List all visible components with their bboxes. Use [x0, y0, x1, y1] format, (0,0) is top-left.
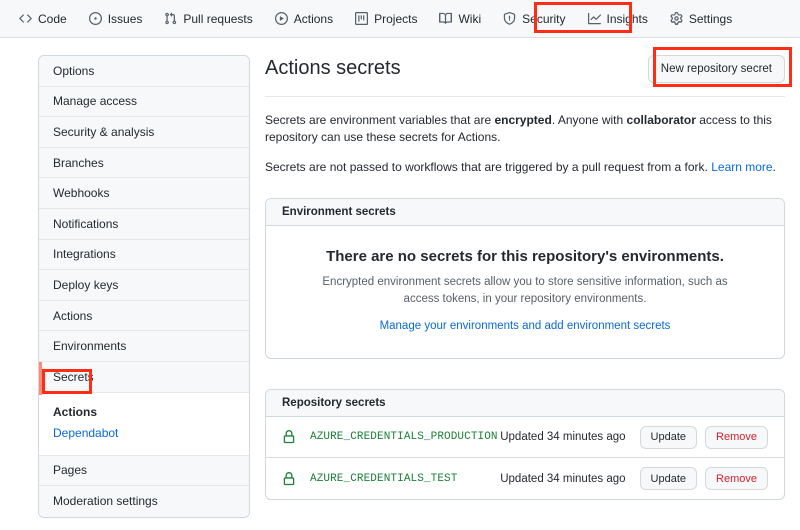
book-icon — [439, 12, 453, 25]
repository-secrets-header: Repository secrets — [266, 390, 784, 417]
blankslate-text: Encrypted environment secrets allow you … — [322, 276, 728, 305]
new-repository-secret-button[interactable]: New repository secret — [647, 55, 785, 83]
nav-item-wiki[interactable]: Wiki — [428, 0, 492, 37]
sidebar-item-environments[interactable]: Environments — [39, 331, 249, 362]
sidebar-subitem-dependabot[interactable]: Dependabot — [53, 423, 235, 444]
page-header: Actions secrets New repository secret — [265, 55, 785, 97]
update-secret-button[interactable]: Update — [639, 467, 698, 490]
settings-sidebar: Options Manage access Security & analysi… — [38, 55, 250, 518]
secret-updated-time: Updated 34 minutes ago — [500, 431, 626, 443]
repo-nav-items: Code Issues Pull requests Actions Projec… — [8, 0, 743, 37]
sidebar-item-label: Environments — [53, 339, 127, 354]
sidebar-item-label: Security & analysis — [53, 124, 155, 139]
remove-secret-button[interactable]: Remove — [705, 425, 768, 449]
repository-secrets-box: Repository secrets AZURE_CREDENTIALS_PRO… — [265, 389, 785, 500]
code-icon — [19, 12, 32, 25]
sidebar-item-deploy-keys[interactable]: Deploy keys — [39, 270, 249, 301]
secret-name: AZURE_CREDENTIALS_TEST — [310, 472, 458, 485]
remove-secret-button[interactable]: Remove — [705, 467, 768, 490]
learn-more-link[interactable]: Learn more — [711, 160, 772, 174]
secret-updated-time: Updated 34 minutes ago — [500, 472, 626, 485]
sidebar-item-label: Integrations — [53, 247, 116, 262]
manage-environments-link[interactable]: Manage your environments and add environ… — [380, 320, 671, 332]
nav-item-issues[interactable]: Issues — [78, 0, 154, 37]
nav-item-security[interactable]: Security — [492, 0, 576, 37]
nav-item-label: Code — [38, 11, 67, 26]
sidebar-item-label: Moderation settings — [53, 494, 158, 509]
sidebar-item-options[interactable]: Options — [39, 56, 249, 87]
desc1-part1: Secrets are environment variables that a… — [265, 113, 495, 127]
lock-icon — [282, 430, 296, 444]
nav-item-label: Actions — [293, 11, 334, 26]
sidebar-item-notifications[interactable]: Notifications — [39, 208, 249, 240]
sidebar-item-security-analysis[interactable]: Security & analysis — [39, 117, 249, 148]
sidebar-item-label: Options — [53, 63, 95, 78]
nav-item-label: Insights — [606, 11, 648, 26]
graph-icon — [587, 12, 601, 25]
sidebar-item-webhooks[interactable]: Webhooks — [39, 178, 249, 209]
environment-secrets-blankslate: There are no secrets for this repository… — [266, 226, 784, 358]
blankslate-link-wrap: Manage your environments and add environ… — [306, 320, 744, 332]
secrets-description-1: Secrets are environment variables that a… — [265, 112, 785, 146]
desc2-tail: . — [772, 160, 776, 174]
table-row: AZURE_CREDENTIALS_TEST Updated 34 minute… — [266, 458, 784, 499]
secrets-description-2: Secrets are not passed to workflows that… — [265, 159, 785, 176]
gear-icon — [670, 12, 683, 25]
nav-item-label: Settings — [688, 11, 733, 26]
sidebar-item-integrations[interactable]: Integrations — [39, 239, 249, 271]
play-icon — [274, 12, 288, 25]
sidebar-item-label: Actions — [53, 308, 93, 323]
shield-icon — [503, 12, 516, 25]
sidebar-item-label: Webhooks — [53, 186, 110, 201]
desc1-part2: . Anyone with — [551, 113, 627, 127]
nav-item-insights[interactable]: Insights — [577, 0, 659, 37]
sidebar-item-moderation-settings[interactable]: Moderation settings — [39, 486, 249, 517]
sidebar-item-branches[interactable]: Branches — [39, 147, 249, 179]
secret-name: AZURE_CREDENTIALS_PRODUCTION — [310, 431, 498, 443]
project-icon — [355, 12, 369, 25]
sidebar-item-actions[interactable]: Actions — [39, 300, 249, 332]
nav-item-label: Projects — [374, 11, 418, 26]
environment-secrets-box: Environment secrets There are no secrets… — [265, 198, 785, 359]
lock-icon — [282, 471, 296, 486]
sidebar-item-secrets[interactable]: Secrets — [39, 361, 249, 393]
update-secret-button[interactable]: Update — [639, 425, 698, 449]
nav-item-projects[interactable]: Projects — [344, 0, 428, 37]
sidebar-subitem-actions[interactable]: Actions — [53, 402, 235, 423]
sidebar-item-label: Pages — [53, 463, 88, 478]
blankslate-title: There are no secrets for this repository… — [326, 248, 724, 265]
sidebar-item-label: Manage access — [53, 94, 138, 109]
environment-secrets-header: Environment secrets — [266, 199, 784, 226]
nav-item-label: Issues — [107, 11, 143, 26]
desc2-text: Secrets are not passed to workflows that… — [265, 160, 712, 174]
sidebar-secrets-subnav: Actions Dependabot — [39, 391, 249, 456]
desc1-bold-collaborator: collaborator — [626, 113, 696, 127]
sidebar-item-label: Notifications — [53, 216, 119, 231]
nav-item-label: Pull requests — [183, 11, 253, 26]
main-content: Actions secrets New repository secret Se… — [265, 55, 785, 500]
nav-item-pull-requests[interactable]: Pull requests — [153, 0, 263, 37]
nav-item-actions[interactable]: Actions — [264, 0, 344, 37]
nav-item-label: Security — [522, 11, 566, 26]
git-pull-request-icon — [164, 12, 177, 25]
nav-item-label: Wiki — [458, 11, 482, 26]
sidebar-item-label: Secrets — [53, 369, 94, 384]
sidebar-item-pages[interactable]: Pages — [39, 455, 249, 487]
page-title: Actions secrets — [265, 57, 401, 79]
issue-opened-icon — [88, 12, 102, 25]
nav-item-settings[interactable]: Settings — [659, 0, 743, 37]
table-row: AZURE_CREDENTIALS_PRODUCTION Updated 34 … — [266, 417, 784, 458]
desc1-bold-encrypted: encrypted — [494, 113, 552, 127]
sidebar-item-label: Branches — [53, 155, 104, 170]
nav-item-code[interactable]: Code — [8, 0, 78, 37]
sidebar-item-label: Deploy keys — [53, 277, 119, 292]
sidebar-item-manage-access[interactable]: Manage access — [39, 86, 249, 118]
